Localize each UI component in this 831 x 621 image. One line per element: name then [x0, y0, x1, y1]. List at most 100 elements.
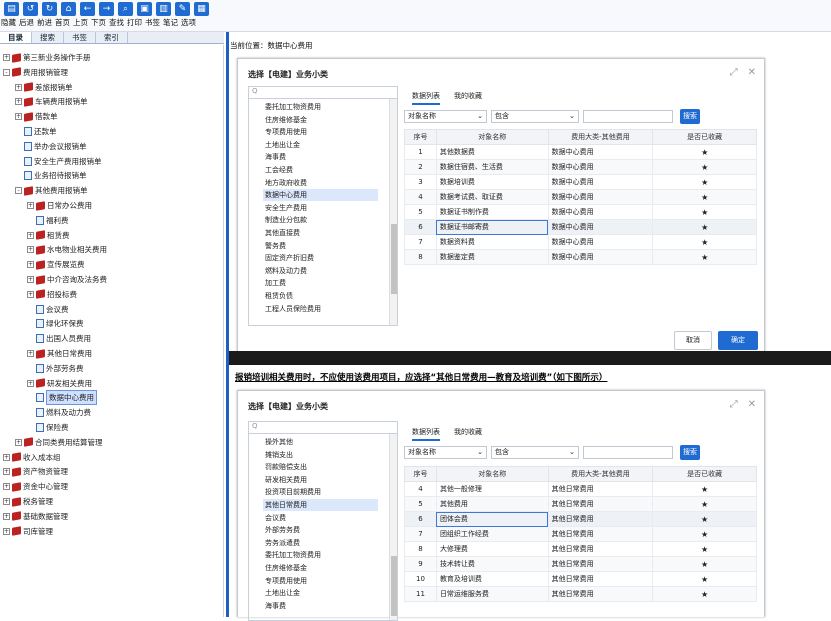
category-item[interactable]: 委托加工物资费用: [263, 549, 378, 561]
object-name-cell[interactable]: 数据证书邮寄费: [435, 219, 549, 235]
tree-item[interactable]: + 基础数据管理: [3, 510, 68, 523]
expand-icon[interactable]: +: [27, 246, 34, 254]
favorite-star-icon[interactable]: ★: [652, 174, 757, 190]
hide-icon[interactable]: ▤: [4, 2, 19, 16]
filter-op-select[interactable]: 包含 ⌄: [491, 110, 579, 123]
category-item[interactable]: 固定资产折旧费: [263, 252, 378, 264]
category-item[interactable]: 工会经费: [263, 164, 378, 176]
prev-page-icon[interactable]: ←: [80, 2, 95, 16]
collapse-icon[interactable]: -: [3, 68, 10, 76]
nav-tab[interactable]: 搜索: [32, 32, 64, 43]
object-name-cell[interactable]: 其他费用: [435, 496, 549, 512]
search-button[interactable]: 搜索: [680, 109, 700, 124]
category-item[interactable]: 住房维修基金: [263, 562, 378, 574]
expand-icon[interactable]: +: [27, 290, 34, 298]
back-icon[interactable]: ↺: [23, 2, 38, 16]
tree-item[interactable]: + 司库管理: [3, 525, 53, 538]
tree-item[interactable]: 出国人员费用: [27, 332, 91, 345]
table-row[interactable]: 6 数据证书邮寄费 数据中心费用 ★: [404, 219, 757, 235]
category-item[interactable]: 罚款赔偿支出: [263, 461, 378, 473]
table-row[interactable]: 6 团体会费 其他日常费用 ★: [404, 511, 757, 527]
category-scrollbar[interactable]: [389, 99, 397, 325]
category-item[interactable]: 专项费用使用: [263, 126, 378, 138]
toolbar-label[interactable]: 书签: [145, 17, 160, 28]
tree-item[interactable]: + 资产物资管理: [3, 465, 68, 478]
category-item[interactable]: 土地出让金: [263, 139, 378, 151]
expand-icon[interactable]: +: [27, 350, 34, 357]
collapse-icon[interactable]: -: [15, 187, 22, 195]
toolbar-label[interactable]: 后退: [19, 17, 34, 28]
category-item[interactable]: 委托加工物资费用: [263, 101, 378, 113]
filter-field-select[interactable]: 对象名称 ⌄: [404, 110, 487, 123]
favorite-star-icon[interactable]: ★: [652, 204, 757, 220]
object-name-cell[interactable]: 其他一般修理: [435, 481, 549, 497]
table-row[interactable]: 4 数据考试费、取证费 数据中心费用 ★: [404, 189, 757, 205]
table-row[interactable]: 9 技术转让费 其他日常费用 ★: [404, 556, 757, 572]
nav-tab[interactable]: 索引: [96, 32, 128, 43]
tree-item[interactable]: + 税务管理: [3, 495, 53, 508]
tree-item[interactable]: + 水电物业相关费用: [27, 243, 107, 256]
tree-item[interactable]: + 资金中心管理: [3, 480, 68, 493]
close-icon[interactable]: ✕: [748, 399, 756, 410]
search-button[interactable]: 搜索: [680, 445, 700, 460]
tree-item[interactable]: - 费用报销管理: [3, 66, 68, 79]
table-row[interactable]: 5 其他费用 其他日常费用 ★: [404, 496, 757, 512]
object-name-cell[interactable]: 教育及培训费: [435, 571, 549, 587]
expand-icon[interactable]: +: [15, 98, 22, 106]
toolbar-label[interactable]: 首页: [55, 17, 70, 28]
table-row[interactable]: 7 数据资料费 数据中心费用 ★: [404, 234, 757, 250]
table-row[interactable]: 8 大修理费 其他日常费用 ★: [404, 541, 757, 557]
print-icon[interactable]: ▣: [137, 2, 152, 16]
tab-favorites[interactable]: 我的收藏: [454, 91, 482, 105]
filter-op-select[interactable]: 包含 ⌄: [491, 446, 579, 459]
column-header[interactable]: 序号: [404, 129, 437, 145]
toolbar-label[interactable]: 打印: [127, 17, 142, 28]
toolbar-label[interactable]: 隐藏: [1, 17, 16, 28]
toolbar-label[interactable]: 笔记: [163, 17, 178, 28]
object-name-cell[interactable]: 数据考试费、取证费: [435, 189, 549, 205]
category-item[interactable]: 劳务派遣费: [263, 537, 378, 549]
favorite-star-icon[interactable]: ★: [652, 481, 757, 497]
category-item[interactable]: 制造业分包款: [263, 214, 378, 226]
category-item[interactable]: 工程人员保险费用: [263, 303, 378, 315]
tree-item[interactable]: + 中介咨询及法务费: [27, 273, 107, 286]
tree-item[interactable]: + 合同类费用结算管理: [15, 436, 103, 449]
object-name-cell[interactable]: 数据住宿费、生活费: [435, 159, 549, 175]
table-row[interactable]: 4 其他一般修理 其他日常费用 ★: [404, 481, 757, 497]
tree-item[interactable]: + 招投标费: [27, 288, 77, 301]
category-item[interactable]: 其他直接费: [263, 227, 378, 239]
tree-item[interactable]: 外部劳务费: [27, 362, 84, 375]
expand-icon[interactable]: +: [15, 438, 22, 446]
favorite-star-icon[interactable]: ★: [652, 571, 757, 587]
category-scrollbar[interactable]: [389, 434, 397, 620]
toolbar-label[interactable]: 上页: [73, 17, 88, 28]
favorite-star-icon[interactable]: ★: [652, 496, 757, 512]
object-name-cell[interactable]: 日常运维服务费: [435, 586, 549, 602]
column-header[interactable]: 对象名称: [435, 129, 549, 145]
expand-icon[interactable]: +: [3, 468, 10, 476]
tree-item[interactable]: + 研发相关费用: [27, 377, 92, 390]
favorite-star-icon[interactable]: ★: [652, 556, 757, 572]
toolbar-label[interactable]: 查找: [109, 17, 124, 28]
tree-item[interactable]: + 日常办公费用: [27, 199, 92, 212]
column-header[interactable]: 是否已收藏: [652, 129, 757, 145]
category-item[interactable]: 警务费: [263, 240, 378, 252]
filter-value-input[interactable]: [583, 446, 673, 459]
category-item[interactable]: 租赁负债: [263, 290, 378, 302]
next-page-icon[interactable]: →: [99, 2, 114, 16]
object-name-cell[interactable]: 数据培训费: [435, 174, 549, 190]
note-icon[interactable]: ✎: [175, 2, 190, 16]
maximize-icon[interactable]: ⤢: [730, 399, 738, 410]
category-item[interactable]: 土地出让金: [263, 587, 378, 599]
expand-icon[interactable]: +: [27, 261, 34, 269]
favorite-star-icon[interactable]: ★: [652, 189, 757, 205]
column-header[interactable]: 对象名称: [435, 466, 549, 482]
tree-item[interactable]: - 其他费用报销单: [15, 184, 88, 197]
find-icon[interactable]: ⌕: [118, 2, 133, 16]
category-item[interactable]: 海事费: [263, 600, 378, 612]
category-search-input[interactable]: Q: [249, 422, 397, 434]
category-item[interactable]: 外部劳务费: [263, 524, 378, 536]
table-row[interactable]: 8 数据鉴定费 数据中心费用 ★: [404, 249, 757, 265]
close-icon[interactable]: ✕: [748, 67, 756, 78]
favorite-star-icon[interactable]: ★: [652, 586, 757, 602]
